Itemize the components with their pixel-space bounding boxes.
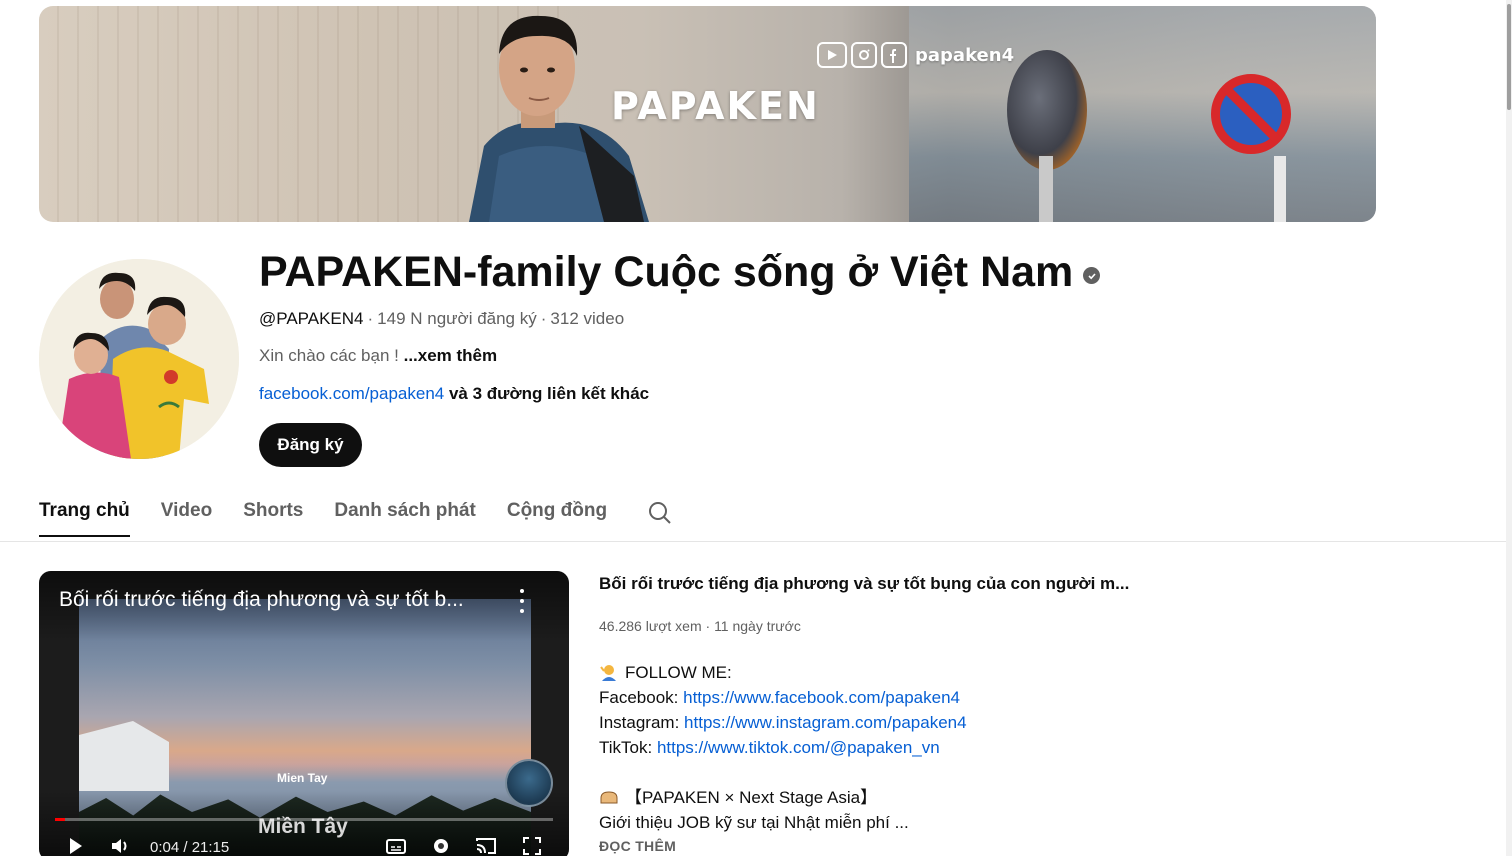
tab-home[interactable]: Trang chủ: [39, 488, 130, 537]
facebook-label: Facebook:: [599, 688, 684, 707]
featured-video-title[interactable]: Bối rối trước tiếng địa phương và sự tốt…: [599, 574, 1129, 594]
promo-heading: 【PAPAKEN × Next Stage Asia】: [625, 788, 878, 807]
read-more-button[interactable]: ĐỌC THÊM: [599, 838, 676, 854]
instagram-url-link[interactable]: https://www.instagram.com/papaken4: [684, 713, 967, 732]
banner-pole: [1039, 156, 1053, 222]
subtitles-icon[interactable]: [385, 835, 407, 856]
promo-line: 【PAPAKEN × Next Stage Asia】: [599, 785, 967, 810]
follow-line: FOLLOW ME:: [599, 660, 967, 685]
tab-playlists[interactable]: Danh sách phát: [334, 488, 475, 536]
tabs-divider: [0, 541, 1512, 542]
page-scrollbar[interactable]: [1506, 0, 1512, 856]
instagram-icon: [851, 42, 877, 68]
banner-socials: papaken4: [817, 42, 1014, 68]
subscriber-count: 149 N người đăng ký: [377, 309, 537, 328]
description-more-link[interactable]: ...xem thêm: [404, 346, 498, 365]
verified-badge-icon: [1083, 267, 1101, 284]
youtube-icon: [817, 42, 847, 68]
volume-icon[interactable]: [109, 835, 131, 856]
facebook-url-link[interactable]: https://www.facebook.com/papaken4: [683, 688, 960, 707]
search-icon[interactable]: [647, 500, 673, 526]
channel-meta: @PAPAKEN4 · 149 N người đăng ký · 312 video: [259, 309, 624, 329]
subscribe-button[interactable]: Đăng ký: [259, 423, 362, 467]
channel-links: facebook.com/papaken4 và 3 đường liên kế…: [259, 384, 649, 404]
facebook-icon: [881, 42, 907, 68]
bread-icon: [599, 788, 619, 806]
channel-handle: @PAPAKEN4: [259, 309, 364, 328]
progress-bar[interactable]: [55, 818, 553, 821]
facebook-link[interactable]: facebook.com/papaken4: [259, 384, 444, 403]
chapter-overlay-label: Mien Tay: [277, 771, 328, 785]
tab-community[interactable]: Cộng đồng: [507, 488, 607, 536]
settings-gear-icon[interactable]: [430, 835, 452, 856]
featured-video-stats: 46.286 lượt xem · 11 ngày trước: [599, 618, 801, 634]
fullscreen-icon[interactable]: [521, 835, 543, 856]
featured-video-player[interactable]: Bối rối trước tiếng địa phương và sự tốt…: [39, 571, 569, 856]
avatar-family-photo: [39, 259, 239, 459]
facebook-line: Facebook: https://www.facebook.com/papak…: [599, 685, 967, 710]
video-count: 312 video: [550, 309, 625, 328]
waving-person-icon: [599, 663, 619, 681]
channel-watermark-avatar[interactable]: [505, 759, 553, 807]
channel-banner: PAPAKEN papaken4: [39, 6, 1376, 222]
banner-street-scene: [909, 6, 1376, 222]
channel-tabs: Trang chủ Video Shorts Danh sách phát Cộ…: [39, 488, 638, 541]
separator-dot: ·: [540, 309, 547, 328]
more-links-button[interactable]: và 3 đường liên kết khác: [444, 384, 649, 403]
channel-avatar[interactable]: [39, 259, 239, 459]
channel-name-text: PAPAKEN-family Cuộc sống ở Việt Nam: [259, 248, 1074, 296]
player-title[interactable]: Bối rối trước tiếng địa phương và sự tốt…: [59, 588, 499, 612]
banner-traffic-mirror: [1007, 50, 1087, 170]
view-count: 46.286 lượt xem: [599, 618, 702, 634]
channel-description[interactable]: Xin chào các bạn ! ...xem thêm: [259, 346, 497, 366]
promo-text: Giới thiệu JOB kỹ sư tại Nhật miễn phí .…: [599, 813, 909, 832]
tab-videos[interactable]: Video: [161, 488, 212, 536]
upload-age: 11 ngày trước: [714, 618, 801, 634]
banner-brand-text: PAPAKEN: [611, 84, 820, 128]
playback-time: 0:04 / 21:15: [150, 839, 230, 856]
tiktok-url-link[interactable]: https://www.tiktok.com/@papaken_vn: [657, 738, 940, 757]
banner-no-parking-sign: [1211, 74, 1291, 154]
featured-video-description: FOLLOW ME: Facebook: https://www.faceboo…: [599, 660, 967, 835]
banner-social-handle: papaken4: [915, 44, 1015, 66]
tiktok-line: TikTok: https://www.tiktok.com/@papaken_…: [599, 735, 967, 760]
follow-heading: FOLLOW ME:: [625, 663, 732, 682]
cast-icon[interactable]: [475, 835, 497, 856]
channel-name: PAPAKEN-family Cuộc sống ở Việt Nam: [259, 248, 1101, 297]
tiktok-label: TikTok:: [599, 738, 657, 757]
banner-pole: [1274, 156, 1286, 222]
tab-shorts[interactable]: Shorts: [243, 488, 303, 536]
more-options-icon[interactable]: [517, 589, 527, 613]
player-controls: 0:04 / 21:15: [39, 833, 569, 856]
description-text: Xin chào các bạn !: [259, 346, 404, 365]
instagram-label: Instagram:: [599, 713, 685, 732]
instagram-line: Instagram: https://www.instagram.com/pap…: [599, 710, 967, 735]
progress-fill: [55, 818, 65, 821]
separator-dot: ·: [367, 309, 374, 328]
scrollbar-thumb[interactable]: [1507, 4, 1511, 110]
play-icon[interactable]: [67, 835, 85, 856]
